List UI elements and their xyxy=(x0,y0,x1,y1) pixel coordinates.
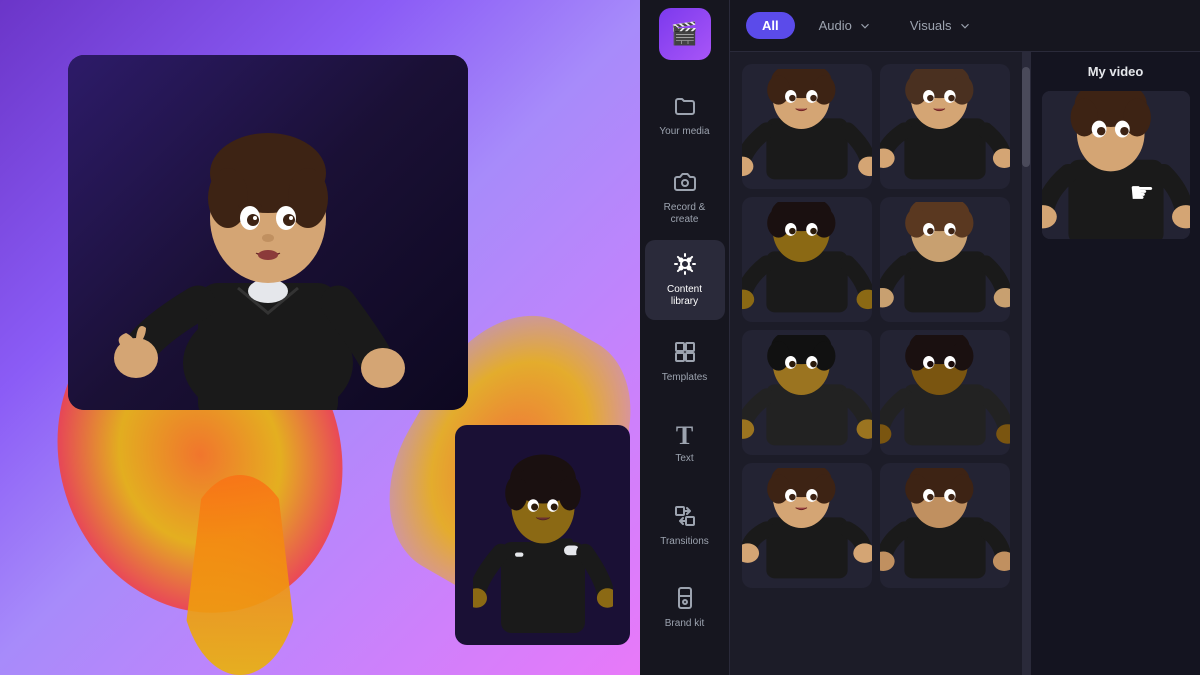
hand-cursor-icon: ☛ xyxy=(1129,176,1154,209)
sidebar-item-transitions[interactable]: Transitions xyxy=(645,486,725,566)
sidebar-item-text[interactable]: T Text xyxy=(645,404,725,484)
sidebar-label-templates: Templates xyxy=(662,372,708,384)
scrollbar-track[interactable] xyxy=(1022,52,1030,675)
sidebar-label-your-media: Your media xyxy=(659,126,709,138)
avatar-card-3[interactable] xyxy=(742,197,872,322)
scrollbar-thumb[interactable] xyxy=(1022,67,1030,167)
avatar-card-8[interactable] xyxy=(880,463,1010,588)
app-logo: 🎬 xyxy=(659,8,711,60)
avatar-8-svg xyxy=(880,468,1010,583)
transitions-icon xyxy=(673,504,697,532)
content-library-icon xyxy=(673,252,697,280)
sidebar-item-record-create[interactable]: Record &create xyxy=(645,158,725,238)
sidebar-item-content-library[interactable]: Contentlibrary xyxy=(645,240,725,320)
camera-icon xyxy=(673,170,697,198)
preview-avatar-svg xyxy=(1042,91,1190,239)
audio-label: Audio xyxy=(819,18,852,33)
content-area: All Audio Visuals xyxy=(730,0,1200,675)
preview-panel-title: My video xyxy=(1078,64,1154,79)
avatar-4-svg xyxy=(880,202,1010,317)
templates-icon xyxy=(673,340,697,368)
folder-icon xyxy=(673,94,697,122)
sidebar-item-brand-kit[interactable]: Brand kit xyxy=(645,568,725,648)
sidebar-label-record-create: Record &create xyxy=(664,202,706,226)
preview-panel: My video xyxy=(1030,52,1200,675)
sidebar-item-your-media[interactable]: Your media xyxy=(645,76,725,156)
avatar-card-4[interactable] xyxy=(880,197,1010,322)
filter-all-button[interactable]: All xyxy=(746,12,795,39)
avatar-card-1[interactable] xyxy=(742,64,872,189)
sidebar-item-templates[interactable]: Templates xyxy=(645,322,725,402)
avatar-card-7[interactable] xyxy=(742,463,872,588)
avatar-card-6[interactable] xyxy=(880,330,1010,455)
sidebar-label-brand-kit: Brand kit xyxy=(665,618,704,630)
main-preview-card xyxy=(68,55,468,410)
avatar-6-svg xyxy=(880,335,1010,450)
visuals-label: Visuals xyxy=(910,18,952,33)
preview-thumbnail: ☛ xyxy=(1042,91,1190,239)
main-avatar-svg xyxy=(98,55,438,410)
avatar-7-svg xyxy=(742,468,872,583)
avatar-grid xyxy=(730,52,1022,675)
small-avatar-svg xyxy=(473,435,613,635)
avatar-card-2[interactable] xyxy=(880,64,1010,189)
background-area xyxy=(0,0,640,675)
sidebar: 🎬 Your media Record &create xyxy=(640,0,730,675)
filter-audio-button[interactable]: Audio xyxy=(805,12,886,39)
text-icon: T xyxy=(676,423,693,449)
filter-visuals-button[interactable]: Visuals xyxy=(896,12,986,39)
filter-bar: All Audio Visuals xyxy=(730,0,1200,52)
avatar-1-svg xyxy=(742,69,872,184)
logo-icon: 🎬 xyxy=(671,21,698,47)
visuals-chevron-icon xyxy=(958,19,972,33)
avatar-2-svg xyxy=(880,69,1010,184)
sidebar-label-content-library: Contentlibrary xyxy=(667,284,702,308)
avatar-5-svg xyxy=(742,335,872,450)
small-preview-card xyxy=(455,425,630,645)
right-panel: 🎬 Your media Record &create xyxy=(640,0,1200,675)
avatar-3-svg xyxy=(742,202,872,317)
sidebar-label-transitions: Transitions xyxy=(660,536,709,548)
sidebar-label-text: Text xyxy=(675,453,693,465)
audio-chevron-icon xyxy=(858,19,872,33)
brand-kit-icon xyxy=(673,586,697,614)
avatar-card-5[interactable] xyxy=(742,330,872,455)
